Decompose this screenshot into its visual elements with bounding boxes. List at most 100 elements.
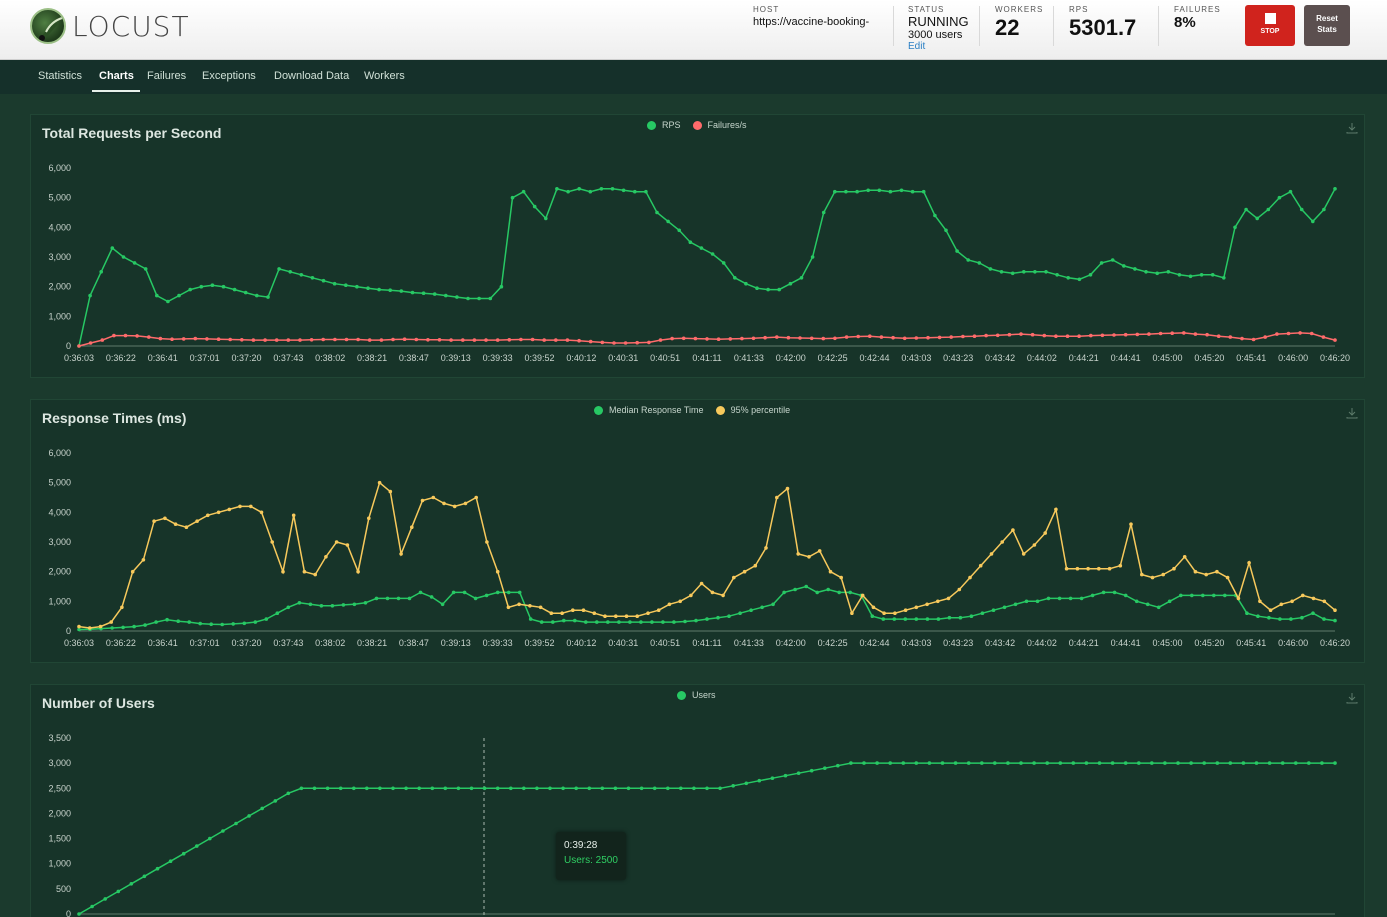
y-tick-label: 6,000 [48,448,71,458]
data-point [443,786,448,791]
data-point [612,341,616,345]
data-point [1280,761,1285,765]
users-chart[interactable]: 3,500 3,000 2,500 2,000 1,500 1,000 500 0 [31,685,1366,917]
data-point [198,621,202,626]
data-point [666,786,670,791]
data-point [721,593,725,598]
status-label: STATUS [908,5,945,14]
data-point [1022,270,1026,274]
data-point [1307,761,1311,765]
x-tick-label: 0:40:12 [566,638,596,648]
data-point [1216,334,1221,338]
data-point [799,276,804,280]
tab-workers[interactable]: Workers [364,70,405,82]
data-point [1222,276,1226,280]
tab-charts[interactable]: Charts [99,70,134,82]
data-point [757,778,762,783]
data-point [1150,575,1155,580]
data-point [571,608,575,612]
data-point [87,626,92,630]
data-point [1129,522,1133,526]
data-point [1044,270,1048,274]
data-point [410,525,414,529]
locust-logo[interactable]: LOCUST [30,6,190,46]
data-point [132,261,137,265]
workers-label: WORKERS [995,5,1044,14]
tab-exceptions[interactable]: Exceptions [202,70,256,82]
tab-failures[interactable]: Failures [147,70,186,82]
data-point [689,593,693,598]
data-point [449,338,453,342]
data-point [661,620,665,624]
data-point [1033,270,1037,274]
data-point [969,614,974,618]
data-point [1176,761,1180,765]
data-point [181,337,186,341]
data-point [666,219,670,224]
data-point [936,617,941,621]
data-point [716,337,721,341]
data-point [1057,596,1062,601]
data-point [1071,761,1076,765]
data-point [391,337,395,342]
x-tick-label: 0:46:20 [1320,638,1350,648]
data-point [1155,271,1159,276]
y-tick-label: 0 [66,626,71,636]
data-point [588,339,593,344]
data-point [530,337,535,342]
data-point [1000,540,1004,544]
x-tick-label: 0:42:44 [859,638,889,648]
data-point [1215,569,1219,574]
data-point [321,337,326,342]
data-point [98,624,103,629]
data-point [753,563,758,568]
x-tick-label: 0:38:02 [315,353,345,363]
reset-stats-button[interactable]: Reset Stats [1304,5,1350,46]
data-point [1236,596,1241,601]
data-point [1228,761,1233,765]
data-point [1058,761,1063,765]
data-point [109,620,113,624]
data-point [535,786,539,791]
x-tick-label: 0:44:41 [1111,638,1141,648]
data-point [519,337,523,342]
series-line [78,481,1336,629]
data-point [277,267,281,271]
data-point [120,605,124,610]
data-point [635,340,639,345]
data-point [1277,195,1282,200]
data-point [1279,602,1284,607]
data-point [603,614,607,618]
host-label: HOST [753,5,780,14]
data-point [243,290,248,295]
data-point [259,510,264,515]
rps-chart[interactable]: 6,000 5,000 4,000 3,000 2,000 1,000 0 0:36:03 0:… [31,115,1366,379]
data-point [1182,555,1187,559]
data-point [1066,276,1070,280]
x-tick-label: 0:44:21 [1069,638,1099,648]
locust-logo-icon [30,8,66,44]
data-point [1156,605,1161,610]
rps-stat: RPS 5301.7 [1069,5,1136,40]
tab-statistics[interactable]: Statistics [38,70,82,82]
response-times-chart[interactable]: 6,000 5,000 4,000 3,000 2,000 1,000 0 0:36:03 0:… [31,400,1366,664]
data-point [881,617,886,621]
data-point [264,617,269,621]
data-point [1205,332,1209,337]
data-point [240,338,244,342]
stop-button[interactable]: STOP [1245,5,1295,46]
data-point [1299,207,1304,212]
data-point [263,338,267,342]
data-point [925,617,930,621]
data-point [1240,336,1244,341]
edit-link[interactable]: Edit [908,41,969,52]
y-tick-label: 3,000 [48,537,71,547]
data-point [606,620,610,624]
data-point [344,337,349,342]
data-point [1021,552,1026,556]
data-point [705,617,709,621]
tab-download-data[interactable]: Download Data [274,70,349,82]
data-point [733,276,737,280]
data-point [901,761,906,765]
data-point [154,620,158,624]
